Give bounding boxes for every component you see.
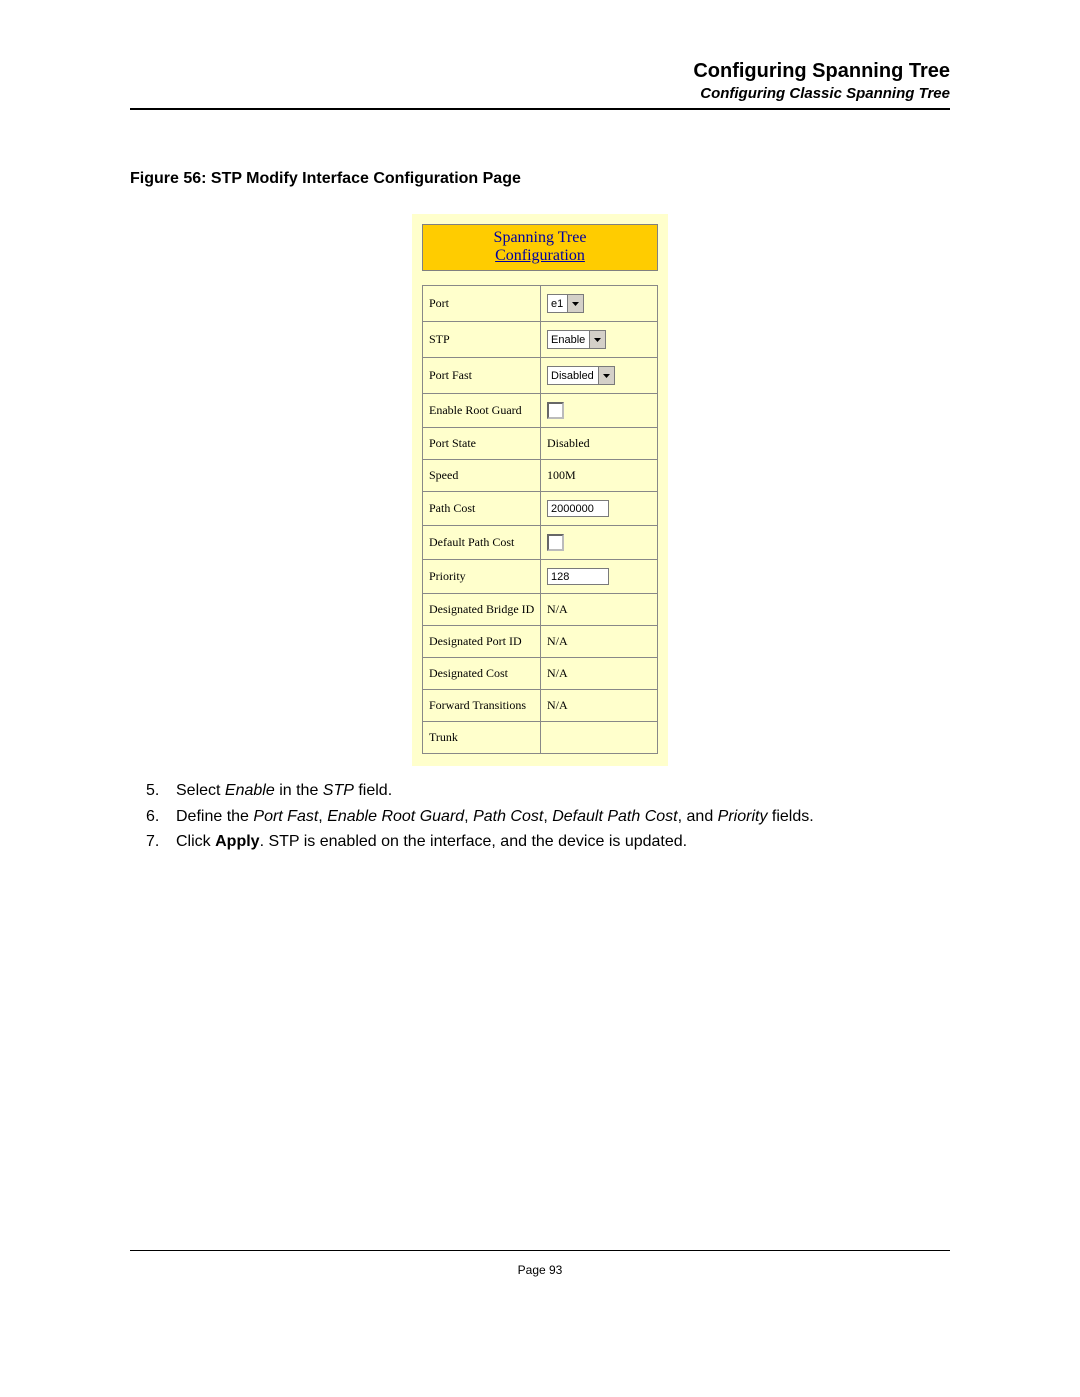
header-title: Configuring Spanning Tree: [130, 60, 950, 83]
value-port-state: Disabled: [541, 428, 658, 460]
step-6-italic-4: Default Path Cost: [552, 808, 677, 825]
label-port-state: Port State: [423, 428, 541, 460]
footer-rule: [130, 1250, 950, 1251]
panel-title: Spanning Tree Configuration: [422, 224, 658, 271]
path-cost-input[interactable]: [547, 500, 609, 517]
value-des-cost: N/A: [541, 658, 658, 690]
value-speed: 100M: [541, 460, 658, 492]
step-5-text-c: field.: [354, 782, 392, 799]
header-subtitle: Configuring Classic Spanning Tree: [130, 85, 950, 102]
label-des-port: Designated Port ID: [423, 626, 541, 658]
port-select[interactable]: e1: [547, 294, 584, 313]
chevron-down-icon: [567, 295, 583, 312]
fields-table: Port e1 STP Enable: [422, 285, 658, 754]
label-port: Port: [423, 286, 541, 322]
step-5-italic-1: Enable: [225, 782, 275, 799]
label-trunk: Trunk: [423, 722, 541, 754]
value-trunk: [541, 722, 658, 754]
port-select-value: e1: [548, 295, 567, 312]
label-path-cost: Path Cost: [423, 492, 541, 526]
step-6-number: 6.: [146, 806, 159, 828]
stp-select-value: Enable: [548, 331, 589, 348]
step-7-text-b: . STP is enabled on the interface, and t…: [260, 833, 688, 850]
label-priority: Priority: [423, 560, 541, 594]
root-guard-checkbox[interactable]: [547, 402, 564, 419]
label-port-fast: Port Fast: [423, 358, 541, 394]
priority-input[interactable]: [547, 568, 609, 585]
step-5-italic-2: STP: [323, 782, 354, 799]
page-number: Page 93: [0, 1263, 1080, 1277]
step-6-italic-1: Port Fast: [253, 808, 318, 825]
step-5-number: 5.: [146, 780, 159, 802]
step-5-text-b: in the: [275, 782, 323, 799]
step-6: 6. Define the Port Fast, Enable Root Gua…: [130, 806, 950, 828]
stp-select[interactable]: Enable: [547, 330, 606, 349]
label-default-path-cost: Default Path Cost: [423, 526, 541, 560]
port-fast-select[interactable]: Disabled: [547, 366, 615, 385]
step-6-text-a: Define the: [176, 808, 253, 825]
chevron-down-icon: [598, 367, 614, 384]
instruction-list: 5. Select Enable in the STP field. 6. De…: [130, 780, 950, 853]
label-des-bridge: Designated Bridge ID: [423, 594, 541, 626]
step-5: 5. Select Enable in the STP field.: [130, 780, 950, 802]
value-des-port: N/A: [541, 626, 658, 658]
label-speed: Speed: [423, 460, 541, 492]
figure-caption: Figure 56: STP Modify Interface Configur…: [130, 170, 950, 188]
step-7: 7. Click Apply. STP is enabled on the in…: [130, 831, 950, 853]
step-7-number: 7.: [146, 831, 159, 853]
step-5-text-a: Select: [176, 782, 225, 799]
step-6-italic-3: Path Cost: [473, 808, 543, 825]
panel-title-line1: Spanning Tree: [425, 229, 655, 247]
step-6-italic-5: Priority: [718, 808, 768, 825]
header-rule: [130, 108, 950, 110]
chevron-down-icon: [589, 331, 605, 348]
step-7-text-a: Click: [176, 833, 215, 850]
config-panel: Spanning Tree Configuration Port e1 STP: [412, 214, 668, 766]
port-fast-select-value: Disabled: [548, 367, 598, 384]
default-path-cost-checkbox[interactable]: [547, 534, 564, 551]
step-6-text-b: fields.: [767, 808, 813, 825]
step-7-bold: Apply: [215, 833, 259, 850]
label-des-cost: Designated Cost: [423, 658, 541, 690]
label-fwd-trans: Forward Transitions: [423, 690, 541, 722]
label-root-guard: Enable Root Guard: [423, 394, 541, 428]
value-fwd-trans: N/A: [541, 690, 658, 722]
step-6-italic-2: Enable Root Guard: [327, 808, 464, 825]
panel-title-line2: Configuration: [425, 247, 655, 265]
label-stp: STP: [423, 322, 541, 358]
value-des-bridge: N/A: [541, 594, 658, 626]
